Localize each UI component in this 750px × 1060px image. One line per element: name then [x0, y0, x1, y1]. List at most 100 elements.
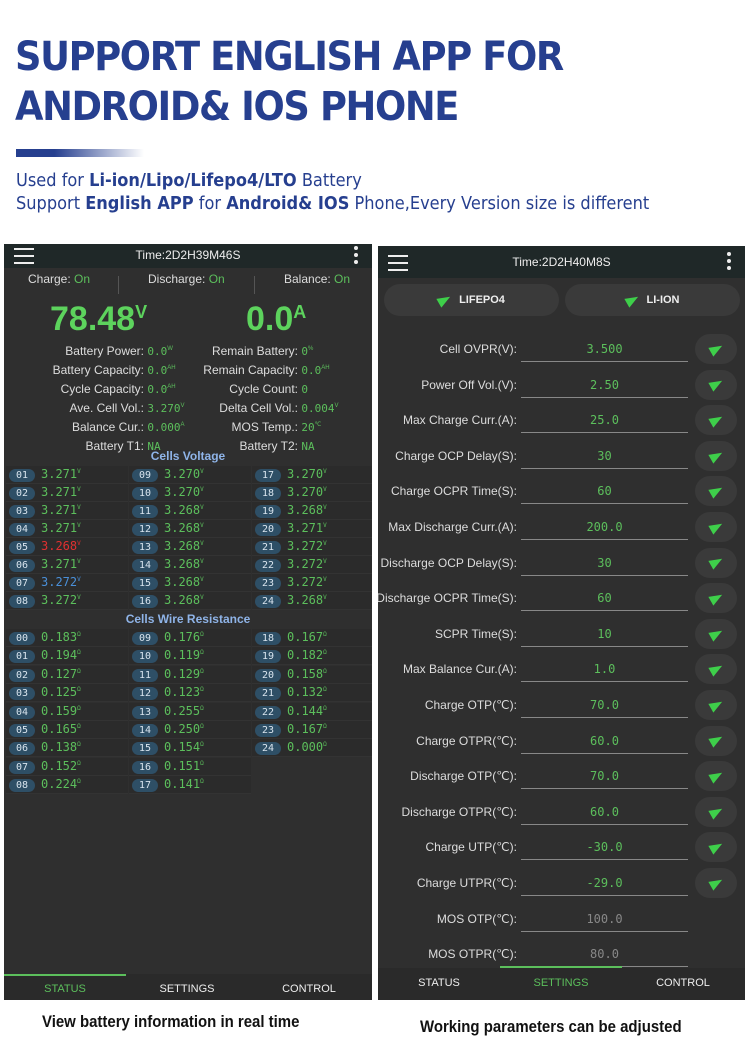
setting-input[interactable]: 3.500	[521, 342, 688, 362]
setting-input[interactable]: 1.0	[521, 662, 688, 683]
send-setting-button[interactable]	[695, 725, 737, 756]
cell-index-badge: 04	[9, 705, 35, 719]
cell-index-badge: 03	[9, 687, 35, 701]
cell-index-badge: 17	[132, 779, 158, 793]
setting-input[interactable]: -29.0	[521, 876, 688, 896]
tab-status[interactable]: STATUS	[378, 977, 500, 989]
cell-index-badge: 14	[132, 724, 158, 737]
unit: Ω	[323, 667, 327, 675]
cell-index-badge: 12	[132, 687, 158, 701]
cell-voltage-item: 24 3.268V	[252, 592, 372, 610]
info-row: MOS Temp.: 20℃	[164, 417, 338, 436]
cell-index-badge: 23	[255, 577, 281, 590]
send-icon	[707, 803, 725, 820]
value: 3.270	[287, 467, 324, 481]
cell-voltage-item: 06 3.271V	[6, 556, 128, 574]
send-setting-button[interactable]	[695, 654, 737, 685]
send-icon	[707, 697, 725, 713]
setting-input[interactable]: 60.0	[521, 805, 688, 825]
preset-lifepo4-button[interactable]: LIFEPO4	[384, 284, 559, 316]
setting-input[interactable]: 200.0	[521, 520, 688, 540]
setting-input[interactable]: 60.0	[521, 734, 688, 754]
setting-row: Discharge OTPR(℃): 60.0	[378, 796, 745, 833]
cell-value: 0.167Ω	[287, 722, 327, 736]
setting-input[interactable]: 60	[521, 591, 688, 612]
setting-input[interactable]: 10	[521, 627, 688, 647]
status-label: Charge:	[28, 272, 71, 286]
setting-input[interactable]: 60	[521, 484, 688, 505]
send-setting-button[interactable]	[695, 334, 737, 364]
send-setting-button[interactable]	[695, 690, 737, 720]
preset-li-ion-button[interactable]: LI-ION	[565, 284, 740, 316]
cell-value: 0.000Ω	[287, 740, 327, 754]
app-header: Time:2D2H39M46S	[4, 244, 372, 268]
unit: V	[77, 540, 81, 547]
send-icon	[707, 554, 725, 570]
setting-input[interactable]: -30.0	[521, 840, 688, 861]
send-setting-button[interactable]	[695, 868, 737, 898]
send-setting-button[interactable]	[695, 476, 737, 507]
send-icon	[707, 590, 725, 606]
send-setting-button[interactable]	[695, 369, 737, 400]
send-setting-button[interactable]	[695, 583, 737, 614]
value: 3.271	[41, 467, 78, 481]
unit: V	[77, 486, 81, 493]
setting-row: Charge OTPR(℃): 60.0	[378, 725, 745, 762]
cell-value: 0.183Ω	[41, 630, 81, 644]
tab-status[interactable]: STATUS	[4, 983, 126, 995]
send-setting-button[interactable]	[695, 405, 737, 436]
setting-input[interactable]: 80.0	[521, 947, 688, 968]
tab-control[interactable]: CONTROL	[622, 977, 744, 989]
setting-input[interactable]: 30	[521, 556, 688, 576]
accent-bar	[16, 149, 144, 157]
cell-value: 0.250Ω	[164, 722, 204, 736]
wire-resistance-item: 01 0.194Ω	[6, 647, 128, 666]
send-setting-button[interactable]	[695, 512, 737, 542]
cell-value: 0.151Ω	[164, 759, 204, 773]
cell-index-badge: 01	[9, 650, 35, 664]
cell-value: 0.255Ω	[164, 704, 204, 718]
cell-voltage-item: 19 3.268V	[252, 502, 372, 520]
info-label: Ave. Cell Vol.:	[69, 401, 144, 415]
cell-index-badge: 20	[255, 668, 281, 682]
cell-index-badge: 22	[255, 705, 281, 719]
setting-input[interactable]: 100.0	[521, 912, 688, 932]
cell-value: 0.165Ω	[41, 722, 81, 736]
send-setting-button[interactable]	[695, 618, 737, 649]
send-icon	[707, 625, 725, 642]
unit: Ω	[200, 649, 204, 657]
cell-index-badge: 13	[132, 705, 158, 719]
send-setting-button[interactable]	[695, 547, 737, 578]
info-unit: ℃	[314, 422, 322, 428]
tab-settings[interactable]: SETTINGS	[500, 977, 622, 989]
setting-input[interactable]: 25.0	[521, 413, 688, 434]
tab-settings[interactable]: SETTINGS	[126, 983, 248, 995]
cell-index-badge: 07	[9, 760, 35, 774]
wire-resistance-item: 22 0.144Ω	[252, 702, 372, 721]
more-options-icon[interactable]	[354, 246, 358, 267]
value: 0.182	[287, 648, 324, 663]
send-setting-button[interactable]	[695, 796, 737, 827]
send-setting-button[interactable]	[695, 832, 737, 863]
info-unit: %	[307, 346, 314, 352]
more-options-icon[interactable]	[727, 252, 731, 273]
subtitle-segment: Battery	[296, 170, 362, 191]
cell-value: 0.158Ω	[287, 667, 327, 681]
unit: V	[200, 540, 204, 547]
status-label: Balance:	[284, 272, 331, 286]
setting-input[interactable]: 70.0	[521, 769, 688, 790]
setting-input[interactable]: 30	[521, 449, 688, 469]
cell-voltage-item: 02 3.271V	[6, 484, 128, 502]
send-setting-button[interactable]	[695, 761, 737, 792]
setting-input[interactable]: 2.50	[521, 378, 688, 398]
setting-input[interactable]: 70.0	[521, 698, 688, 718]
cell-index-badge: 06	[9, 742, 35, 756]
unit: V	[77, 558, 81, 565]
subtitle-segment: Support	[16, 193, 86, 214]
menu-icon[interactable]	[388, 255, 408, 276]
tab-control[interactable]: CONTROL	[248, 983, 370, 995]
cell-value: 3.268V	[164, 521, 204, 535]
menu-icon[interactable]	[14, 248, 34, 269]
send-setting-button[interactable]	[695, 440, 737, 471]
cell-value: 3.268V	[164, 539, 204, 553]
